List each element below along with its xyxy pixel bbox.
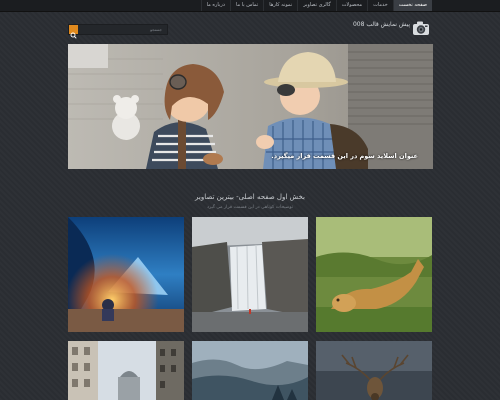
gallery-title: بخش اول صفحه اصلی- بیترین تصاویر	[195, 193, 305, 201]
hero-slider[interactable]	[68, 44, 433, 169]
nav-item-services[interactable]: خدمات	[367, 0, 393, 11]
gallery-image-deer[interactable]	[316, 341, 432, 400]
nav-item-about[interactable]: درباره ما	[200, 0, 230, 11]
gallery-image-lion-cub[interactable]	[316, 217, 432, 332]
slider-caption: عنوان اسلاید سوم در این قسمت قرار میگیرد…	[271, 152, 418, 160]
nav-item-products[interactable]: محصولات	[335, 0, 367, 11]
search-button[interactable]	[69, 25, 78, 39]
search-icon	[70, 32, 77, 39]
camera-icon[interactable]	[411, 18, 431, 38]
gallery-subtitle: توضیحات کوتاهی در این قسمت قرار می گیرد	[207, 205, 293, 210]
slider-image	[68, 44, 433, 169]
nav-item-gallery[interactable]: گالری تصاویر	[297, 0, 336, 11]
nav-item-portfolio[interactable]: نمونه کارها	[263, 0, 297, 11]
top-navigation-bar: صفحه نخست خدمات محصولات گالری تصاویر نمو…	[0, 0, 500, 12]
nav-item-home[interactable]: صفحه نخست	[392, 0, 432, 11]
main-menu: صفحه نخست خدمات محصولات گالری تصاویر نمو…	[200, 0, 432, 11]
search-input[interactable]	[79, 25, 165, 34]
nav-item-contact[interactable]: تماس با ما	[229, 0, 263, 11]
gallery-image-waterfall[interactable]	[192, 217, 308, 332]
search-box	[68, 24, 168, 39]
gallery-image-city[interactable]	[68, 341, 184, 400]
site-title[interactable]: پیش نمایش قالب 008	[353, 21, 410, 28]
gallery-image-ice-cave[interactable]	[68, 217, 184, 332]
gallery-image-misty-mountains[interactable]	[192, 341, 308, 400]
